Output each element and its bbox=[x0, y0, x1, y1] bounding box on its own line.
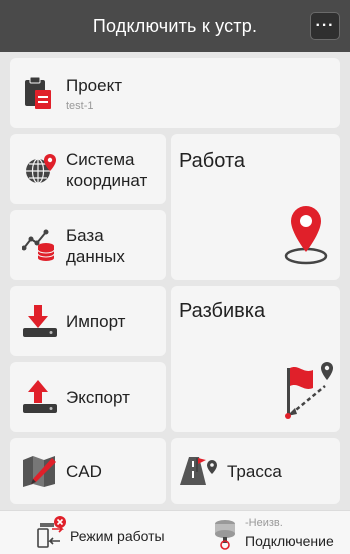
connection-status: -Неизв. bbox=[245, 517, 283, 529]
database-label-2: данных bbox=[66, 247, 125, 266]
import-download-icon bbox=[23, 305, 57, 337]
coordinate-system-label-2: координат bbox=[66, 171, 148, 190]
stakeout-tile[interactable]: Разбивка bbox=[171, 286, 340, 432]
route-tile[interactable]: Трасса bbox=[171, 438, 340, 504]
database-chart-icon bbox=[22, 229, 55, 261]
connect-device-title[interactable]: Подключить к устр. bbox=[93, 16, 257, 37]
gnss-receiver-icon bbox=[215, 520, 235, 550]
export-label: Экспорт bbox=[66, 388, 130, 407]
cad-label: CAD bbox=[66, 462, 102, 481]
location-pin-icon bbox=[284, 206, 328, 265]
work-mode-icon bbox=[37, 516, 66, 548]
project-tile[interactable]: Проект test-1 bbox=[10, 58, 340, 128]
connection-button[interactable]: -Неизв. Подключение bbox=[175, 511, 350, 554]
work-label: Работа bbox=[179, 150, 245, 172]
import-tile[interactable]: Импорт bbox=[10, 286, 166, 356]
cad-tile[interactable]: CAD bbox=[10, 438, 166, 504]
import-label: Импорт bbox=[66, 312, 126, 331]
connection-label: Подключение bbox=[245, 533, 334, 549]
coordinate-system-tile[interactable]: Система координат bbox=[10, 134, 166, 204]
export-upload-icon bbox=[23, 380, 57, 413]
project-name: test-1 bbox=[66, 100, 94, 112]
route-road-icon bbox=[180, 457, 217, 485]
more-icon: ··· bbox=[315, 17, 335, 34]
work-mode-button[interactable]: Режим работы bbox=[0, 511, 175, 554]
coordinate-system-label-1: Система bbox=[66, 150, 135, 169]
cad-map-pencil-icon bbox=[23, 456, 56, 487]
clipboard-document-icon bbox=[25, 76, 51, 109]
top-bar: Подключить к устр. ··· bbox=[0, 0, 350, 52]
stakeout-flag-icon bbox=[285, 362, 333, 419]
export-tile[interactable]: Экспорт bbox=[10, 362, 166, 432]
work-tile[interactable]: Работа bbox=[171, 134, 340, 280]
database-tile[interactable]: База данных bbox=[10, 210, 166, 280]
work-mode-label: Режим работы bbox=[70, 528, 165, 544]
stakeout-label: Разбивка bbox=[179, 300, 266, 322]
more-menu-button[interactable]: ··· bbox=[310, 12, 340, 40]
project-label: Проект bbox=[66, 76, 122, 95]
bottom-bar: Режим работы -Неизв. Подключение bbox=[0, 510, 350, 554]
globe-pin-icon bbox=[26, 154, 56, 184]
route-label: Трасса bbox=[227, 462, 282, 481]
database-label-1: База bbox=[66, 226, 104, 245]
